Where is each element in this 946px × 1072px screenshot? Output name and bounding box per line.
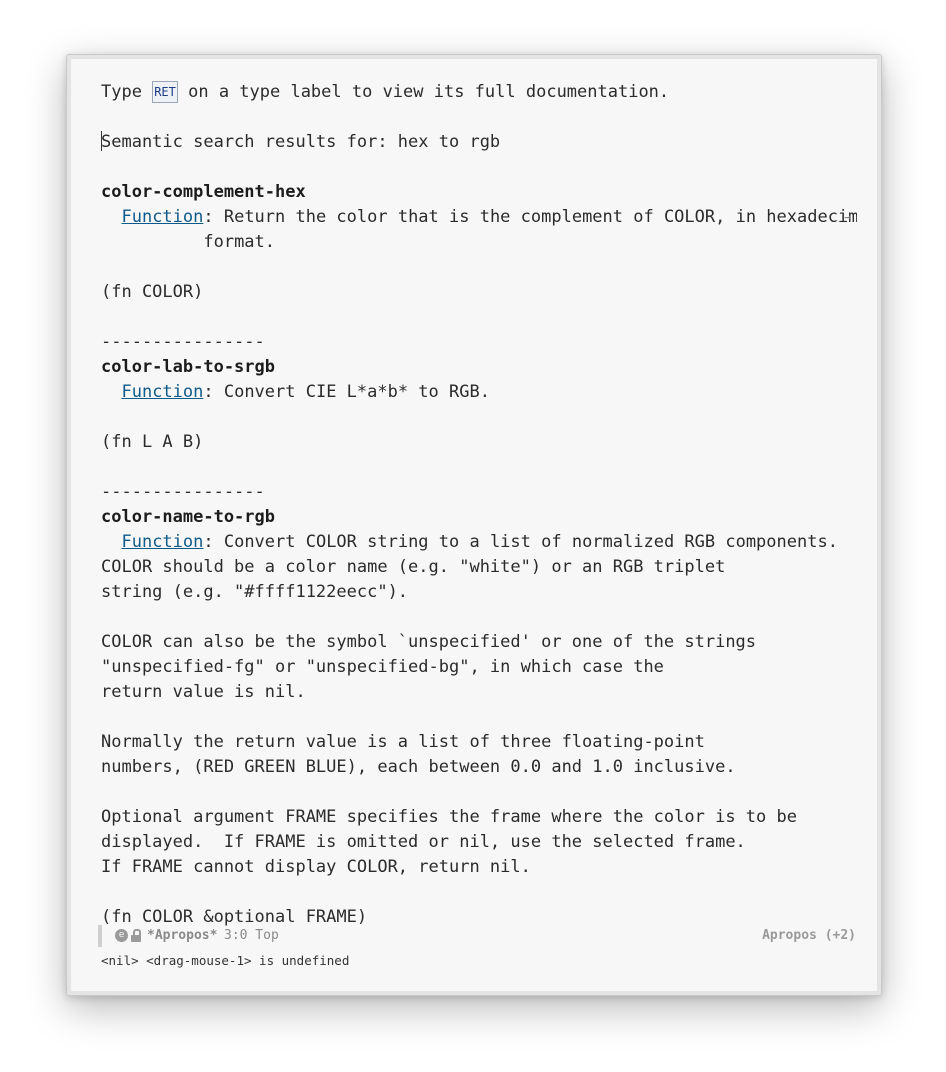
emacs-frame: Type RET on a type label to view its ful… xyxy=(66,54,882,996)
result-doc: : Convert COLOR string to a list of norm… xyxy=(203,532,838,552)
cursor-position: 3:0 Top xyxy=(224,928,279,943)
mode-line[interactable]: e *Apropos* 3:0 Top Apropos (+2) xyxy=(98,925,858,947)
mode-line-indicator xyxy=(98,925,102,947)
doc-line: displayed. If FRAME is omitted or nil, u… xyxy=(101,832,746,852)
doc-line: If FRAME cannot display COLOR, return ni… xyxy=(101,857,531,877)
separator: ---------------- xyxy=(101,332,265,352)
ret-key-label: RET xyxy=(152,81,178,103)
function-type-link[interactable]: Function xyxy=(121,532,203,552)
result-doc-continuation: format. xyxy=(101,230,857,255)
function-type-link[interactable]: Function xyxy=(121,207,203,227)
result-doc-cont: format. xyxy=(203,232,276,252)
doc-line xyxy=(101,605,857,630)
emacs-icon: e xyxy=(115,929,128,942)
major-mode[interactable]: Apropos (+2) xyxy=(762,928,856,943)
result-doc: : Return the color that is the complemen… xyxy=(203,207,857,227)
intro-text-rest: on a type label to view its full documen… xyxy=(177,82,670,102)
result-doc-line: Function: Convert CIE L*a*b* to RGB. xyxy=(101,380,857,405)
result-signature: (fn COLOR) xyxy=(101,282,204,302)
result-signature: (fn L A B) xyxy=(101,432,204,452)
doc-line: string (e.g. "#ffff1122eecc"). xyxy=(101,582,409,602)
function-type-link[interactable]: Function xyxy=(121,382,203,402)
doc-line: Normally the return value is a list of t… xyxy=(101,732,705,752)
result-doc-line: Function: Return the color that is the c… xyxy=(101,205,857,230)
doc-line: COLOR can also be the symbol `unspecifie… xyxy=(101,632,757,652)
result-name: color-complement-hex xyxy=(101,182,306,202)
separator: ---------------- xyxy=(101,482,265,502)
truncation-arrow-icon: → xyxy=(844,210,852,224)
doc-line: return value is nil. xyxy=(101,682,306,702)
buffer-name[interactable]: *Apropos* xyxy=(147,928,217,943)
search-heading: Semantic search results for: hex to rgb xyxy=(101,132,501,152)
result-doc-line: Function: Convert COLOR string to a list… xyxy=(101,530,857,555)
search-heading-line: Semantic search results for: hex to rgb xyxy=(101,130,857,155)
result-name: color-name-to-rgb xyxy=(101,507,275,527)
doc-line: numbers, (RED GREEN BLUE), each between … xyxy=(101,757,736,777)
apropos-buffer[interactable]: Type RET on a type label to view its ful… xyxy=(101,80,857,943)
result-name: color-lab-to-srgb xyxy=(101,357,275,377)
result-doc: : Convert CIE L*a*b* to RGB. xyxy=(203,382,490,402)
doc-line xyxy=(101,705,857,730)
intro-text: Type xyxy=(101,82,153,102)
lock-icon xyxy=(131,929,141,942)
mode-line-icons: e xyxy=(115,929,141,942)
doc-line xyxy=(101,780,857,805)
doc-line: COLOR should be a color name (e.g. "whit… xyxy=(101,557,726,577)
intro-line: Type RET on a type label to view its ful… xyxy=(101,80,857,105)
echo-area: <nil> <drag-mouse-1> is undefined xyxy=(101,953,350,968)
doc-line: Optional argument FRAME specifies the fr… xyxy=(101,807,797,827)
doc-line: "unspecified-fg" or "unspecified-bg", in… xyxy=(101,657,664,677)
